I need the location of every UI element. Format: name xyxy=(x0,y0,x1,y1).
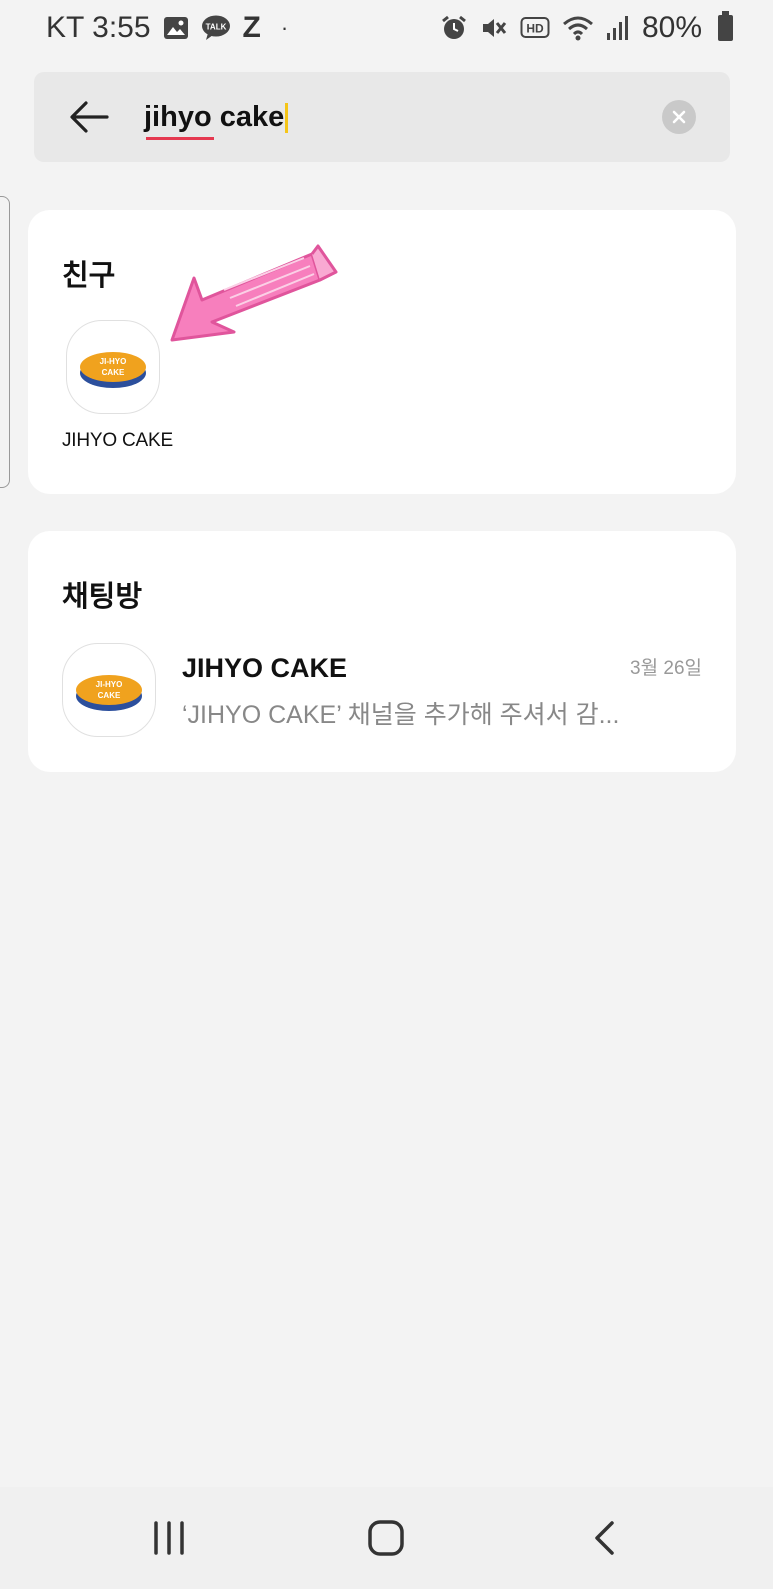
friends-section-title: 친구 xyxy=(62,260,116,292)
search-query-rest: cake xyxy=(211,100,285,133)
recent-apps-button[interactable] xyxy=(129,1498,209,1578)
system-nav-bar xyxy=(0,1487,773,1589)
logo-text-bottom: CAKE xyxy=(102,368,125,377)
battery-icon xyxy=(718,11,733,41)
chat-row[interactable]: JI-HYO CAKE JIHYO CAKE ‘JIHYO CAKE’ 채널을 … xyxy=(62,643,702,739)
alarm-icon xyxy=(440,14,468,42)
friend-name: JIHYO CAKE xyxy=(62,430,173,451)
search-bar: jihyo cake xyxy=(34,72,730,162)
chatrooms-section-title: 채팅방 xyxy=(62,581,143,613)
chat-avatar: JI-HYO CAKE xyxy=(62,643,156,737)
friend-avatar: JI-HYO CAKE xyxy=(66,320,160,414)
signal-icon xyxy=(606,15,630,41)
search-query-word: jihyo xyxy=(144,100,212,133)
logo-text-top: JI-HYO xyxy=(96,680,123,689)
home-button[interactable] xyxy=(346,1498,426,1578)
talk-badge-text: TALK xyxy=(205,23,226,32)
mute-icon xyxy=(480,14,508,42)
wifi-icon xyxy=(562,14,594,42)
clear-icon xyxy=(672,110,686,124)
edge-panel-handle[interactable] xyxy=(0,196,10,488)
logo-text-top: JI-HYO xyxy=(100,357,127,366)
status-left: KT 3:55 TALK Z · xyxy=(46,11,288,45)
back-button[interactable] xyxy=(34,72,144,162)
clear-search-button[interactable] xyxy=(662,100,696,134)
status-bar: KT 3:55 TALK Z · HD 80% xyxy=(0,0,773,56)
dot-indicator: · xyxy=(280,15,289,40)
recent-apps-icon xyxy=(154,1521,184,1555)
gallery-icon xyxy=(163,16,189,40)
text-cursor xyxy=(285,102,289,133)
logo-text-bottom: CAKE xyxy=(98,691,121,700)
hd-badge-text: HD xyxy=(526,22,544,36)
status-right: HD 80% xyxy=(440,11,733,45)
battery-percent: 80% xyxy=(641,11,702,44)
chat-title: JIHYO CAKE xyxy=(182,653,348,683)
chat-preview: ‘JIHYO CAKE’ 채널을 추가해 주셔서 감... xyxy=(182,701,620,729)
spellcheck-underline xyxy=(146,136,214,140)
back-icon xyxy=(595,1521,614,1555)
chatrooms-section: 채팅방 JI-HYO CAKE JIHYO CAKE ‘JIHYO CAKE’ … xyxy=(28,531,736,772)
home-icon xyxy=(368,1520,405,1556)
back-arrow-icon xyxy=(70,101,109,133)
chat-date: 3월 26일 xyxy=(630,658,702,679)
pink-arrow-icon xyxy=(170,244,338,342)
carrier-time: KT 3:55 xyxy=(46,11,151,44)
kakaotalk-icon: TALK xyxy=(201,15,231,41)
z-label: Z xyxy=(242,11,261,44)
search-input[interactable]: jihyo cake xyxy=(144,100,662,140)
jihyo-cake-logo: JI-HYO CAKE xyxy=(76,675,142,711)
jihyo-cake-logo: JI-HYO CAKE xyxy=(80,352,146,388)
friends-section: 친구 JI-HYO CAKE JIHYO CAKE xyxy=(28,210,736,494)
nav-back-button[interactable] xyxy=(564,1498,644,1578)
hd-voice-icon: HD xyxy=(520,15,550,41)
